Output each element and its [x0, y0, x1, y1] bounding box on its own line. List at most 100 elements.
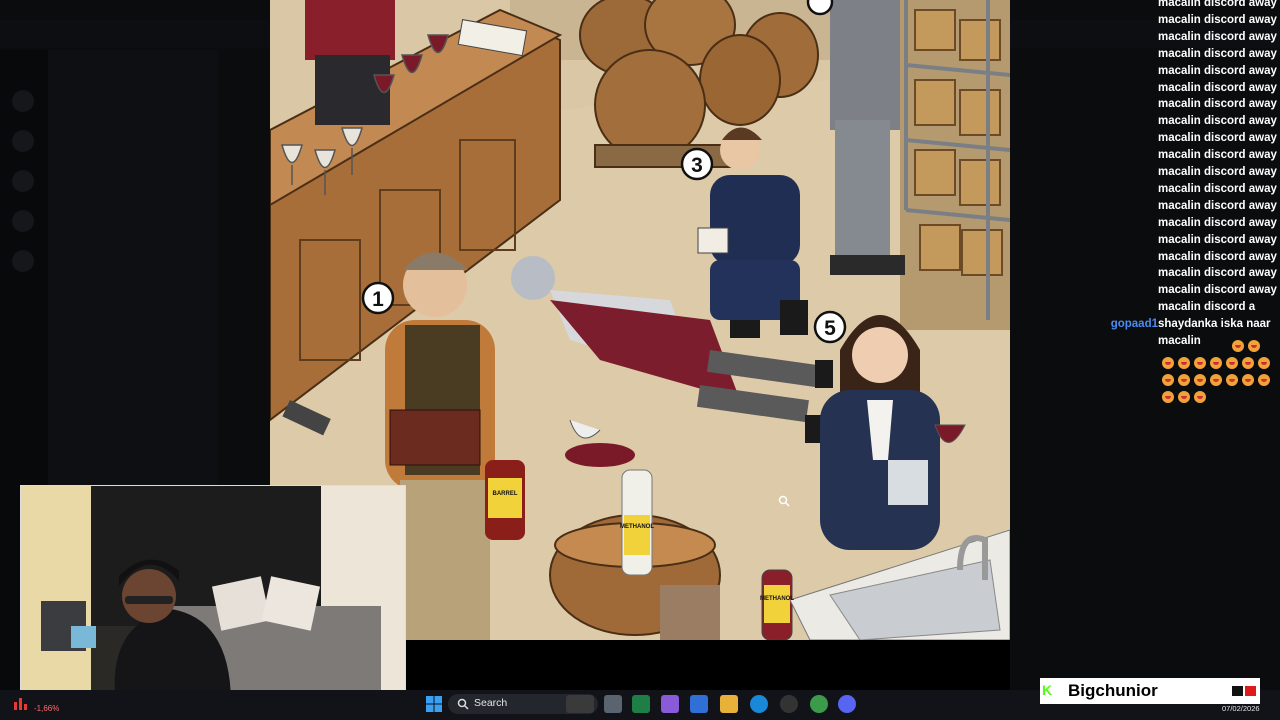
zoom-cursor-icon: [778, 495, 790, 507]
barrel-bottle-label: BARREL: [493, 491, 518, 497]
excel-icon[interactable]: [632, 695, 650, 713]
laughing-face-emote: [1178, 374, 1190, 386]
chat-message: macalin discord away: [1010, 31, 1280, 48]
webcam-feed: [20, 485, 406, 703]
search-highlight-icon[interactable]: [566, 695, 594, 713]
chat-message-text: macalin discord away: [1158, 81, 1277, 94]
screen: 1 3 5 BARREL METHANOL METHANOL macalin d…: [0, 0, 1280, 720]
laughing-face-emote: [1210, 357, 1222, 369]
chat-message-text: macalin discord away: [1158, 0, 1277, 9]
copilot-icon[interactable]: [661, 695, 679, 713]
stock-change-text: -1,66%: [34, 704, 60, 713]
chat-message-text: macalin discord away: [1158, 64, 1277, 77]
chat-message-text: macalin discord a: [1158, 301, 1256, 314]
chat-message: macalin discord away: [1010, 98, 1280, 115]
chat-message: macalin discord away: [1010, 183, 1280, 200]
laughing-face-emote: [1258, 374, 1270, 386]
webcam-image: [21, 486, 405, 702]
laughing-face-emote: [1194, 374, 1206, 386]
live-indicator-icon: [1232, 686, 1256, 696]
app-icon[interactable]: [780, 695, 798, 713]
task-view-icon[interactable]: [604, 695, 622, 713]
emote-row: [1162, 354, 1274, 369]
laughing-face-emote: [1194, 391, 1206, 403]
chat-message: macalin discord away: [1010, 14, 1280, 31]
chat-message: macalin discord a: [1010, 301, 1280, 318]
chat-message: macalin discord away: [1010, 65, 1280, 82]
streamer-name: Bigchunior: [1068, 681, 1158, 700]
methanol-bottle-label: METHANOL: [760, 596, 794, 602]
emote-row: [1162, 388, 1210, 403]
chat-message: macalin discord away: [1010, 217, 1280, 234]
player-bottom-bar: [406, 640, 1010, 690]
taskbar-search-label: Search: [474, 697, 508, 709]
kick-logo-icon: K: [1042, 682, 1053, 698]
chat-message: macalin discord away: [1010, 200, 1280, 217]
server-icon: [12, 210, 34, 232]
discord-icon[interactable]: [838, 695, 856, 713]
chat-message: macalin discord away: [1010, 234, 1280, 251]
chrome-icon[interactable]: [810, 695, 828, 713]
chat-message-text: macalin discord away: [1158, 115, 1277, 128]
chat-message-text: macalin discord away: [1158, 98, 1277, 111]
chat-message-text: macalin discord away: [1158, 132, 1277, 145]
chat-message: macalin discord away: [1010, 251, 1280, 268]
windows-start-icon[interactable]: [425, 695, 443, 713]
marker-1-label: 1: [372, 288, 384, 311]
chat-username[interactable]: gopaad1: [1111, 318, 1158, 330]
chat-message: macalin discord away: [1010, 166, 1280, 183]
emote-row: [1232, 337, 1264, 352]
chat-message: macalin discord away: [1010, 284, 1280, 301]
chat-message: macalin discord away: [1010, 0, 1280, 14]
store-icon[interactable]: [690, 695, 708, 713]
laughing-face-emote: [1226, 357, 1238, 369]
laughing-face-emote: [1178, 357, 1190, 369]
chat-message: macalin discord away: [1010, 82, 1280, 99]
server-icon: [12, 170, 34, 192]
laughing-face-emote: [1258, 357, 1270, 369]
laughing-face-emote: [1226, 374, 1238, 386]
laughing-face-emote: [1178, 391, 1190, 403]
server-icon: [12, 90, 34, 112]
chat-message: macalin discord away: [1010, 149, 1280, 166]
chat-message: macalin discord away: [1010, 48, 1280, 65]
chat-message-text: macalin discord away: [1158, 199, 1277, 212]
chat-message-text: macalin discord away: [1158, 149, 1277, 162]
chat-message-text: macalin: [1158, 335, 1201, 347]
edge-icon[interactable]: [750, 695, 768, 713]
chat-message-text: macalin discord away: [1158, 30, 1277, 43]
methanol-bottle-label: METHANOL: [620, 524, 654, 530]
stocks-widget-icon[interactable]: [12, 694, 32, 712]
file-explorer-icon[interactable]: [720, 695, 738, 713]
chat-message: gopaad1 shaydanka iska naar: [1010, 318, 1280, 335]
chat-message-text: macalin discord away: [1158, 47, 1277, 60]
laughing-face-emote: [1210, 374, 1222, 386]
chat-message-text: macalin discord away: [1158, 267, 1277, 280]
chat-message: macalin discord away: [1010, 115, 1280, 132]
emote-row: [1162, 371, 1274, 386]
laughing-face-emote: [1232, 340, 1244, 352]
laughing-face-emote: [1242, 357, 1254, 369]
server-icon: [12, 130, 34, 152]
laughing-face-emote: [1162, 391, 1174, 403]
chat-message-text: macalin discord away: [1158, 250, 1277, 263]
chat-message-text: macalin discord away: [1158, 233, 1277, 246]
chat-message-text: shaydanka iska naar: [1158, 318, 1271, 331]
laughing-face-emote: [1242, 374, 1254, 386]
server-icon: [12, 250, 34, 272]
chat-message-text: macalin discord away: [1158, 216, 1277, 229]
laughing-face-emote: [1248, 340, 1260, 352]
laughing-face-emote: [1162, 374, 1174, 386]
laughing-face-emote: [1162, 357, 1174, 369]
chat-message: macalin discord away: [1010, 267, 1280, 284]
marker-3-label: 3: [691, 154, 703, 177]
laughing-face-emote: [1194, 357, 1206, 369]
chat-message-text: macalin discord away: [1158, 166, 1277, 178]
marker-5-label: 5: [824, 317, 836, 340]
chat-message-text: macalin discord away: [1158, 13, 1277, 26]
chat-message: macalin discord away: [1010, 132, 1280, 149]
chat-message-text: macalin discord away: [1158, 182, 1277, 195]
taskbar-date: 07/02/2026: [1222, 704, 1260, 713]
chat-message-text: macalin discord away: [1158, 284, 1277, 297]
search-icon: [457, 698, 469, 710]
